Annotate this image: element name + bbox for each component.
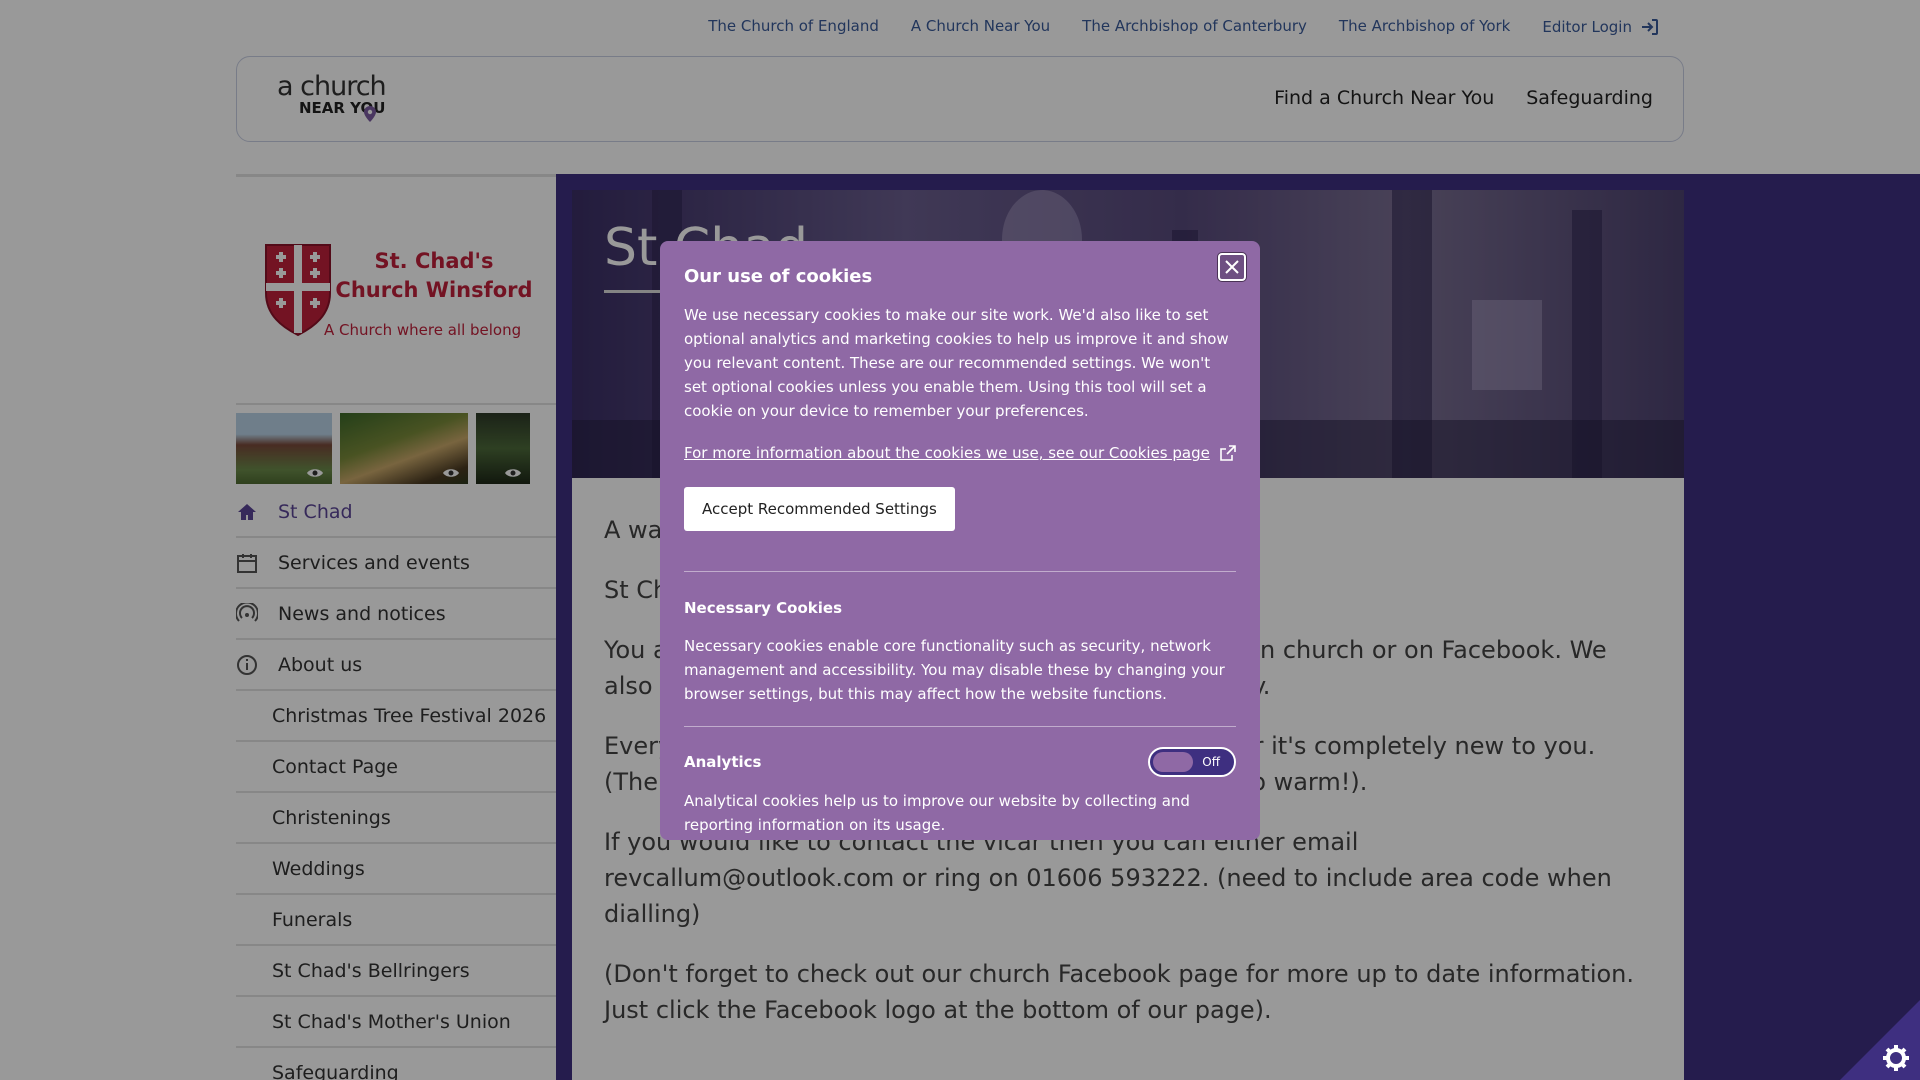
cookie-title: Our use of cookies bbox=[684, 266, 873, 287]
divider bbox=[684, 571, 1236, 572]
analytics-text: Analytical cookies help us to improve ou… bbox=[684, 792, 1190, 834]
divider bbox=[684, 726, 1236, 727]
external-link-icon bbox=[1220, 445, 1236, 461]
cookie-settings-button[interactable] bbox=[1840, 1000, 1920, 1080]
accept-recommended-button[interactable]: Accept Recommended Settings bbox=[684, 487, 955, 531]
analytics-title: Analytics bbox=[684, 753, 762, 771]
necessary-cookies-text: Necessary cookies enable core functional… bbox=[684, 637, 1225, 703]
analytics-row: Analytics Off bbox=[684, 747, 1236, 777]
cookie-intro: We use necessary cookies to make our sit… bbox=[684, 306, 1229, 420]
necessary-cookies-title: Necessary Cookies bbox=[684, 599, 843, 617]
cookies-page-link[interactable]: For more information about the cookies w… bbox=[684, 441, 1236, 465]
cookies-page-link-label: For more information about the cookies w… bbox=[684, 444, 1210, 462]
analytics-toggle[interactable]: Off bbox=[1148, 747, 1236, 777]
cookie-dialog-body: Our use of cookies We use necessary cook… bbox=[684, 265, 1236, 837]
toggle-knob bbox=[1153, 752, 1193, 772]
toggle-state: Off bbox=[1202, 755, 1220, 769]
cookie-dialog: Our use of cookies We use necessary cook… bbox=[660, 241, 1260, 840]
